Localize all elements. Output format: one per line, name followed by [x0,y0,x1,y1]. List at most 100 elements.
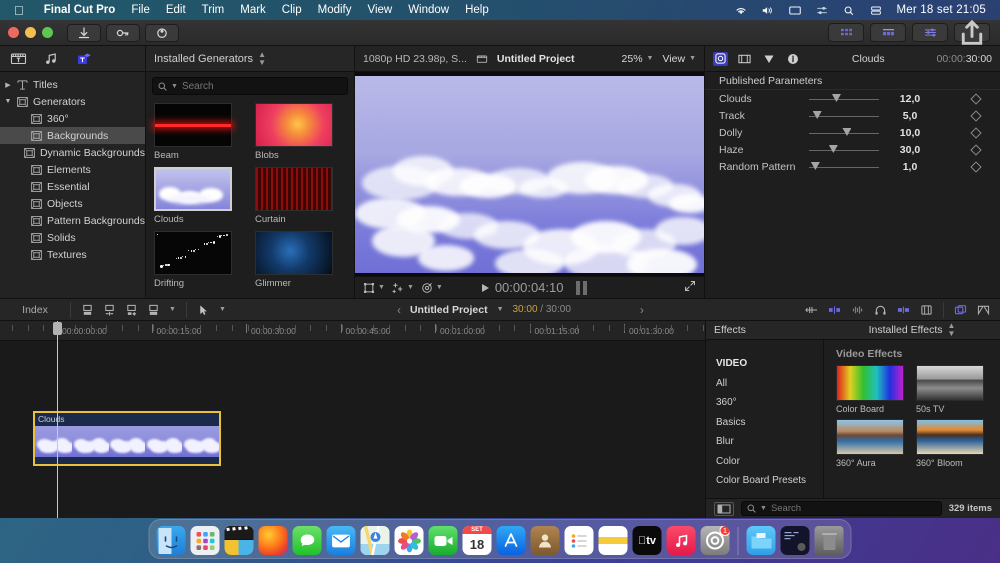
sidebar-item-backgrounds[interactable]: Backgrounds [0,127,145,144]
headphones-icon[interactable] [874,304,887,316]
previous-icon[interactable]: ‹ [397,303,401,317]
sidebar-item-objects[interactable]: Objects [0,195,145,212]
timeline-clip-clouds[interactable]: Clouds [33,411,221,466]
sidebar-item-generators[interactable]: ▼ Generators [0,93,145,110]
effects-browser-icon[interactable] [954,304,967,316]
sidebar-toggle-icon[interactable] [714,501,734,516]
dock-item-launchpad[interactable] [190,526,220,555]
keyframe-diamond-icon[interactable] [970,126,982,139]
timeline-index-button[interactable]: Index [0,304,70,316]
keyframe-diamond-icon[interactable] [970,109,982,122]
effects-category-360[interactable]: 360° [706,393,823,413]
chevron-down-icon[interactable]: ▼ [497,306,504,313]
menu-item-window[interactable]: Window [400,4,457,16]
sidebar-item-elements[interactable]: Elements [0,161,145,178]
playhead[interactable] [53,321,62,518]
share-button[interactable] [954,20,990,45]
menu-item-trim[interactable]: Trim [194,4,233,16]
effects-category-all[interactable]: All [706,374,823,394]
sidebar-item-textures[interactable]: Textures [0,246,145,263]
menu-item-file[interactable]: File [123,4,158,16]
generator-item-drifting[interactable]: Drifting [154,231,232,289]
snapping-icon[interactable] [897,304,910,316]
effects-category-basics[interactable]: Basics [706,413,823,433]
param-slider[interactable] [809,127,879,139]
control-center-icon[interactable] [815,4,829,17]
menu-item-help[interactable]: Help [457,4,497,16]
viewer-zoom-menu[interactable]: 25% ▼ [622,53,654,65]
disclosure-triangle-icon[interactable]: ▼ [4,98,12,105]
effects-search-input[interactable]: ▼ Search [741,501,942,516]
dock-item-terminal-window[interactable] [780,526,810,555]
close-button[interactable] [8,27,19,38]
text-generators-tab[interactable] [76,51,93,66]
sidebar-item-dynamic-backgrounds[interactable]: Dynamic Backgrounds [0,144,145,161]
timeline-toggle-button[interactable] [870,23,906,42]
viewer-timecode[interactable]: 00:00:04:10 [495,280,564,295]
param-slider[interactable] [809,110,879,122]
audio-skimming-icon[interactable] [828,304,841,316]
dock-item-contacts[interactable] [530,526,560,555]
chevron-down-icon[interactable]: ▼ [171,83,178,90]
viewer-view-menu[interactable]: View ▼ [662,53,696,65]
sort-chevrons-icon[interactable]: ▲ ▼ [258,50,266,67]
import-media-button[interactable] [67,23,101,42]
chevron-down-icon[interactable]: ▼ [219,306,226,313]
transform-icon[interactable]: ▼ [363,282,385,294]
sidebar-item-pattern-backgrounds[interactable]: Pattern Backgrounds [0,212,145,229]
param-value[interactable]: 12,0 [879,93,941,105]
dock-item-messages[interactable] [292,526,322,555]
effect-item-50s-tv[interactable]: 50s TV [916,365,984,414]
display-icon[interactable] [788,4,802,17]
skimming-icon[interactable] [805,304,818,316]
param-row-random-pattern[interactable]: Random Pattern 1,0 [705,158,1000,175]
volume-icon[interactable] [761,4,775,17]
dock-item-system-settings[interactable]: 1 [700,526,730,555]
dock-item-final-cut-pro[interactable] [224,526,254,555]
effects-category-color-board-presets[interactable]: Color Board Presets [706,471,823,491]
keyframe-diamond-icon[interactable] [970,160,982,173]
inspector-toggle-button[interactable] [912,23,948,42]
color-inspector-tab[interactable] [761,52,776,66]
select-tool-icon[interactable] [197,304,210,316]
generator-item-blobs[interactable]: Blobs [255,103,333,161]
generator-item-beam[interactable]: Beam [154,103,232,161]
dock-item-mail[interactable] [326,526,356,555]
sidebar-item-essential[interactable]: Essential [0,178,145,195]
sidebar-item-360[interactable]: 360° [0,110,145,127]
append-icon[interactable] [81,304,94,316]
browser-toggle-button[interactable] [828,23,864,42]
titles-generators-tab[interactable] [10,51,27,66]
effects-category-color[interactable]: Color [706,452,823,472]
generator-inspector-tab[interactable] [713,51,728,66]
playhead-handle[interactable] [53,322,62,335]
chevron-down-icon[interactable]: ▼ [760,505,767,512]
dock-item-firefox[interactable] [258,526,288,555]
generator-item-glimmer[interactable]: Glimmer [255,231,333,289]
menu-item-edit[interactable]: Edit [158,4,194,16]
dock-item-app-store[interactable] [496,526,526,555]
browser-search-input[interactable]: ▼ Search [152,77,348,95]
effects-category-blur[interactable]: Blur [706,432,823,452]
dock-item-photos[interactable] [394,526,424,555]
zoom-button[interactable] [42,27,53,38]
menu-item-modify[interactable]: Modify [310,4,360,16]
connect-icon[interactable] [125,304,138,316]
solo-icon[interactable] [851,304,864,316]
effects-category-video[interactable]: VIDEO [706,354,823,374]
param-row-dolly[interactable]: Dolly 10,0 [705,124,1000,141]
timeline-ruler[interactable]: 00:00:00:00 00:00:15:00 00:00:30:00 00:00:4… [0,321,705,341]
param-value[interactable]: 10,0 [879,127,941,139]
clip-appearance-icon[interactable] [920,304,933,316]
effects-header-right[interactable]: Installed Effects ▲ ▼ [824,322,1000,338]
param-row-track[interactable]: Track 5,0 [705,107,1000,124]
pause-icon[interactable] [575,280,587,295]
dock-item-finder[interactable] [156,526,186,555]
param-value[interactable]: 5,0 [879,110,941,122]
dock-item-reminders[interactable] [564,526,594,555]
menu-item-mark[interactable]: Mark [232,4,274,16]
keyword-button[interactable] [106,23,140,42]
dock-item-notes[interactable] [598,526,628,555]
music-sound-tab[interactable] [43,51,60,66]
info-inspector-tab[interactable] [785,52,800,66]
